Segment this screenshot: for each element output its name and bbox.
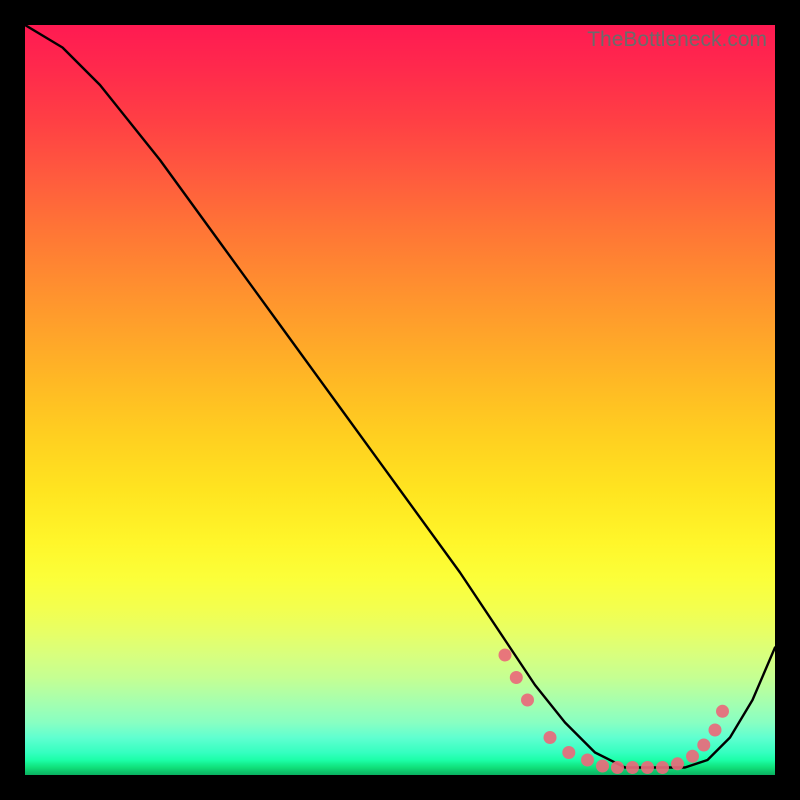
- data-point: [544, 731, 557, 744]
- data-point: [581, 754, 594, 767]
- data-point: [521, 694, 534, 707]
- data-point: [656, 761, 669, 774]
- data-point: [709, 724, 722, 737]
- chart-frame: TheBottleneck.com: [0, 0, 800, 800]
- data-point: [716, 705, 729, 718]
- data-point: [562, 746, 575, 759]
- data-point-markers: [499, 649, 730, 775]
- data-point: [641, 761, 654, 774]
- data-point: [671, 757, 684, 770]
- plot-area: TheBottleneck.com: [25, 25, 775, 775]
- watermark-text: TheBottleneck.com: [587, 28, 767, 52]
- data-point: [510, 671, 523, 684]
- data-point: [686, 750, 699, 763]
- chart-svg: [25, 25, 775, 775]
- data-point: [611, 761, 624, 774]
- curve-line: [25, 25, 775, 768]
- data-point: [596, 760, 609, 773]
- data-point: [697, 739, 710, 752]
- data-point: [499, 649, 512, 662]
- data-point: [626, 761, 639, 774]
